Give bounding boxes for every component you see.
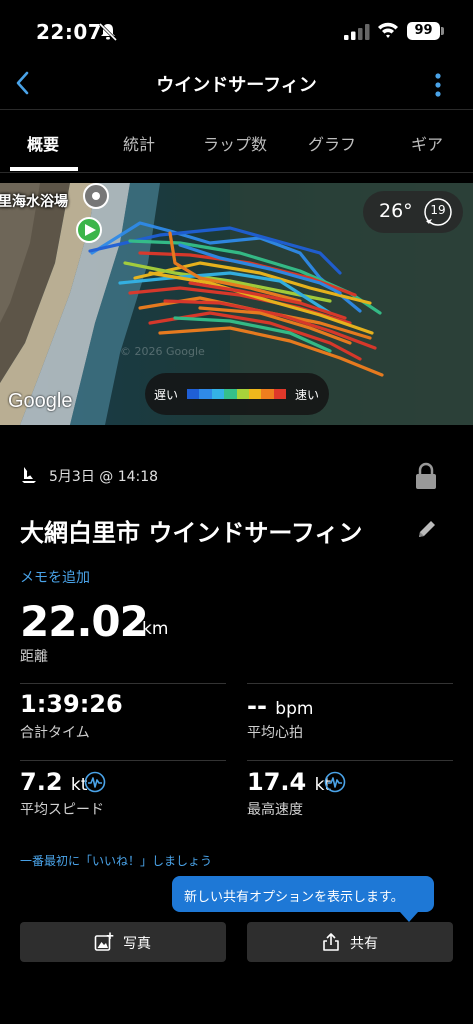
windsurf-activity-icon <box>22 467 36 483</box>
battery-indicator: 99 <box>407 22 440 40</box>
map-place-label: 里海水浴場 <box>0 194 68 210</box>
cellular-signal-icon <box>344 24 370 40</box>
tab-graph[interactable]: グラフ <box>308 131 356 155</box>
legend-slow-label: 遅い <box>154 388 179 402</box>
more-options-icon[interactable] <box>432 70 444 100</box>
activity-date: 5月3日 @ 14:18 <box>49 469 159 485</box>
divider <box>247 760 453 761</box>
tab-gear[interactable]: ギア <box>411 131 443 155</box>
battery-cap <box>441 27 444 35</box>
temperature-value: 26° <box>379 200 413 222</box>
tooltip-arrow <box>400 912 418 922</box>
google-logo: Google <box>8 390 73 412</box>
divider <box>20 683 226 684</box>
weather-badge[interactable]: 26° 19 <box>363 191 463 233</box>
avg-hr-unit: bpm <box>275 699 314 719</box>
avg-speed-label: 平均スピード <box>20 802 104 818</box>
tab-bar: 概要 統計 ラップ数 グラフ ギア <box>0 111 473 173</box>
distance-label: 距離 <box>20 649 48 665</box>
distance-value: 22.02 <box>20 597 149 646</box>
tooltip-text: 新しい共有オプションを表示します。 <box>184 890 404 905</box>
edit-pencil-icon[interactable] <box>416 518 438 540</box>
status-bar: 22:07 99 <box>0 0 473 62</box>
legend-color-swatch <box>187 389 200 399</box>
max-speed-stat: 17.4 kt <box>247 768 331 796</box>
add-photo-icon <box>94 932 114 951</box>
legend-fast-label: 速い <box>295 388 320 402</box>
activity-date-row: 5月3日 @ 14:18 <box>20 462 460 490</box>
total-time-label: 合計タイム <box>20 725 90 741</box>
page-title: ウインドサーフィン <box>156 75 317 96</box>
avg-hr-value: -- <box>247 692 267 720</box>
speed-chart-icon[interactable] <box>84 771 106 793</box>
speed-legend: 遅い 速い <box>145 373 329 415</box>
avg-hr-label: 平均心拍 <box>247 725 303 741</box>
legend-color-swatch <box>211 389 225 399</box>
map-watermark: © 2026 Google <box>120 345 205 358</box>
add-photo-button[interactable]: 写真 <box>20 922 226 962</box>
tab-overview[interactable]: 概要 <box>27 131 59 155</box>
share-button-label: 共有 <box>350 936 378 952</box>
active-tab-indicator <box>10 167 78 171</box>
max-speed-value: 17.4 <box>247 768 307 796</box>
avg-speed-stat: 7.2 kt <box>20 768 87 796</box>
activity-map[interactable]: 里海水浴場 © 2026 Google 26° 19 Google 遅い 速い <box>0 183 473 425</box>
divider <box>247 683 453 684</box>
tab-stats[interactable]: 統計 <box>123 131 155 155</box>
share-options-tooltip[interactable]: 新しい共有オプションを表示します。 <box>172 876 434 922</box>
total-time-value: 1:39:26 <box>20 690 123 718</box>
legend-color-swatch <box>199 389 212 399</box>
share-button[interactable]: 共有 <box>247 922 453 962</box>
max-speed-label: 最高速度 <box>247 802 303 818</box>
nav-bar: ウインドサーフィン <box>0 62 473 110</box>
share-icon <box>323 933 339 951</box>
wifi-icon <box>378 22 398 38</box>
avg-speed-value: 7.2 <box>20 768 63 796</box>
lock-icon[interactable] <box>415 462 437 490</box>
legend-color-swatch <box>273 389 286 399</box>
bell-muted-icon <box>98 22 118 42</box>
add-memo-link[interactable]: メモを追加 <box>20 567 90 587</box>
activity-title: 大網白里市 ウインドサーフィン <box>20 519 363 547</box>
divider <box>20 760 226 761</box>
distance-unit: km <box>142 619 169 639</box>
legend-color-swatch <box>261 389 274 399</box>
wind-speed-value: 19 <box>430 203 446 217</box>
photo-button-label: 写真 <box>123 936 151 952</box>
like-link[interactable]: 一番最初に「いいね！」しましょう <box>20 852 212 869</box>
speed-chart-icon[interactable] <box>324 771 346 793</box>
avg-hr-stat: -- bpm <box>247 692 313 720</box>
status-time: 22:07 <box>36 20 103 44</box>
legend-color-swatch <box>224 389 237 399</box>
legend-color-swatch <box>236 389 249 399</box>
tab-laps[interactable]: ラップ数 <box>203 131 267 155</box>
legend-color-swatch <box>248 389 262 399</box>
legend-color-bar <box>187 389 286 399</box>
